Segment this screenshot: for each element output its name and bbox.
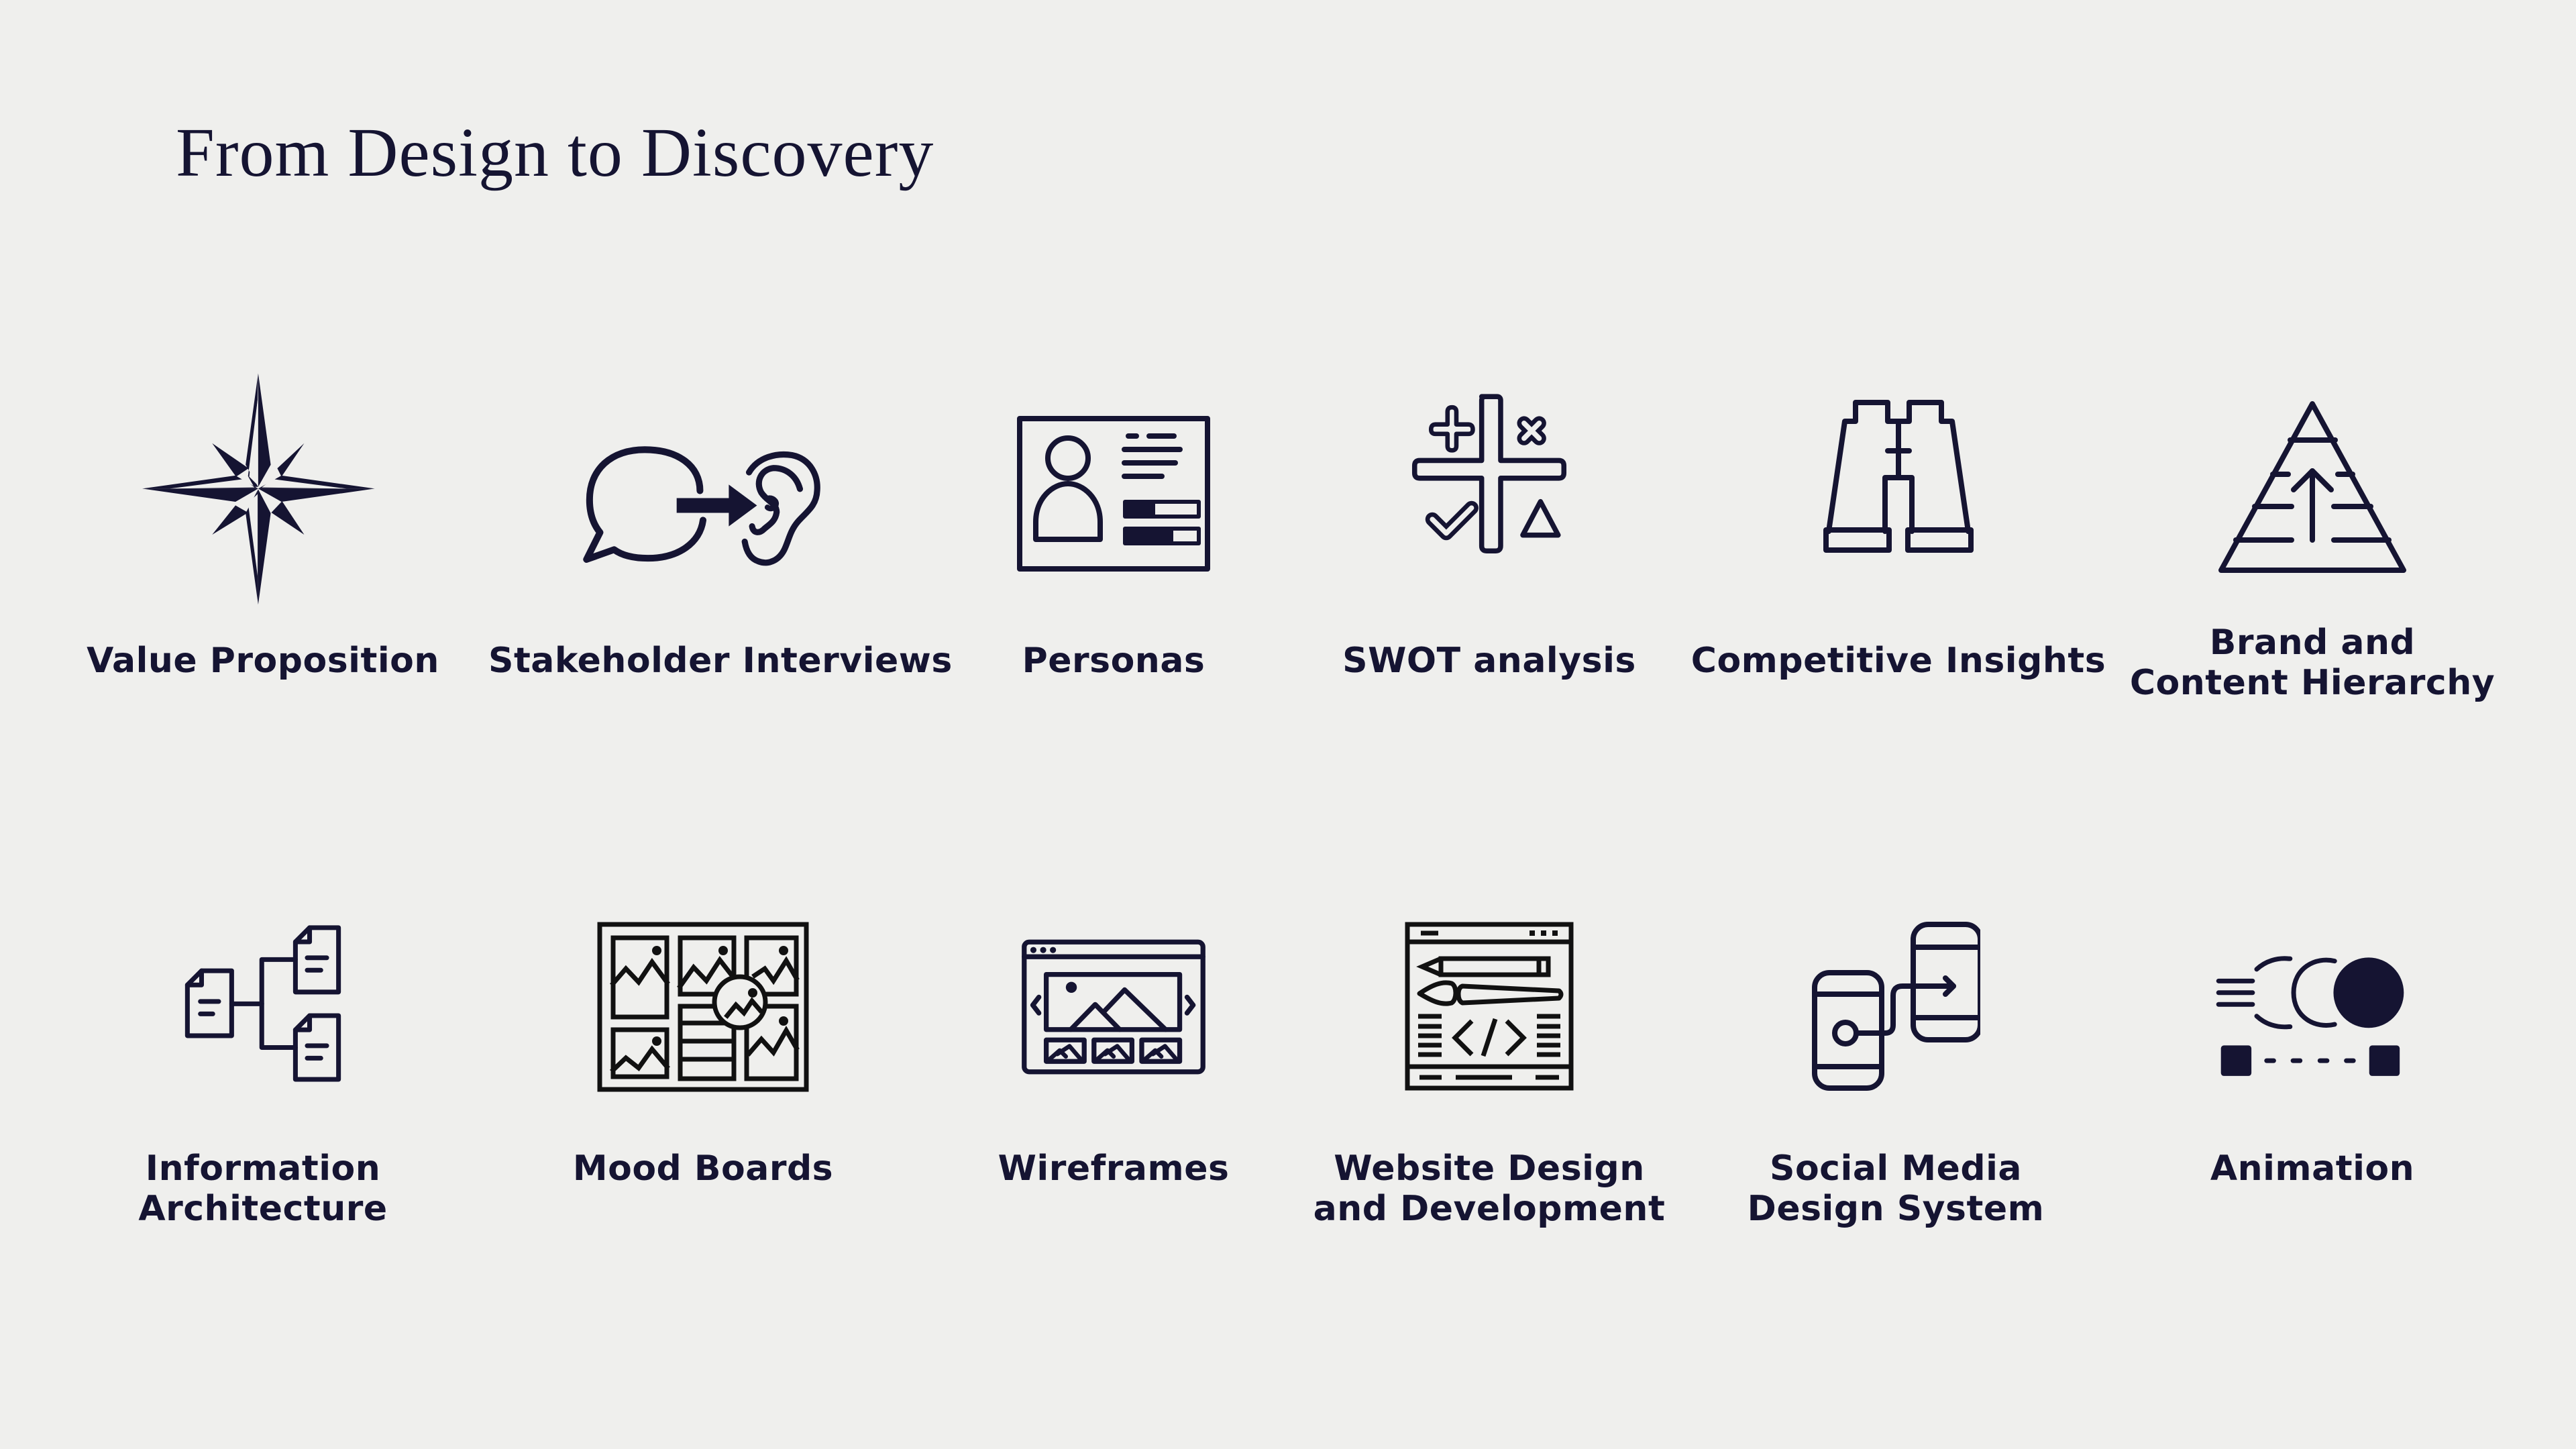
service-label: Website Design and Development xyxy=(1313,1148,1666,1229)
service-label: Competitive Insights xyxy=(1690,641,2106,681)
swot-quadrant-icon xyxy=(1401,388,1578,565)
service-label: Brand and Content Hierarchy xyxy=(2129,623,2496,703)
page-title: From Design to Discovery xyxy=(176,114,934,191)
service-label: Mood Boards xyxy=(572,1148,834,1189)
persona-card-icon xyxy=(1016,415,1212,573)
service-label: Animation xyxy=(2210,1148,2415,1189)
service-label: Information Architecture xyxy=(138,1148,388,1229)
speech-to-ear-icon xyxy=(574,429,832,574)
service-label: Stakeholder Interviews xyxy=(488,641,953,681)
service-label: Social Media Design System xyxy=(1747,1148,2045,1229)
service-label: Wireframes xyxy=(998,1148,1230,1189)
pyramid-hierarchy-icon xyxy=(2214,397,2410,574)
motion-circle-icon xyxy=(2201,945,2424,1085)
service-label: Value Proposition xyxy=(87,641,439,681)
document-tree-icon xyxy=(174,912,352,1089)
browser-code-icon xyxy=(1405,922,1574,1091)
compass-star-icon xyxy=(131,360,394,623)
mood-board-icon xyxy=(597,922,809,1092)
service-label: Personas xyxy=(1022,641,1205,681)
service-label: SWOT analysis xyxy=(1342,641,1636,681)
browser-gallery-icon xyxy=(1016,931,1212,1083)
phone-flow-icon xyxy=(1811,920,1980,1092)
binoculars-icon xyxy=(1823,397,1974,555)
